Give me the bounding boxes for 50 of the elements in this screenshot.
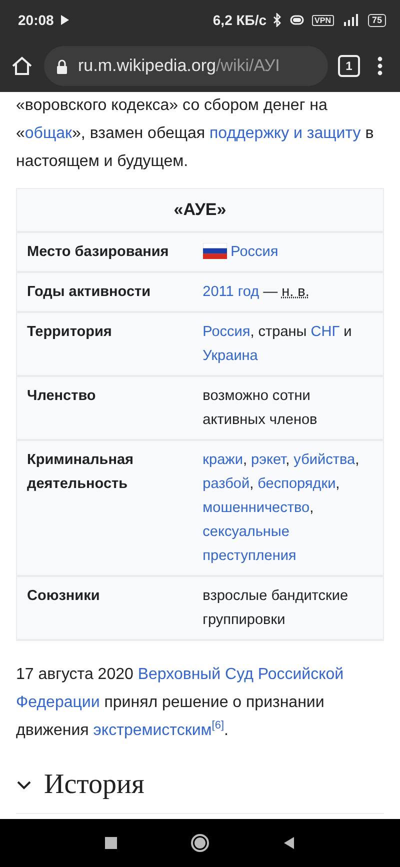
bluetooth-icon — [272, 13, 282, 27]
section-heading[interactable]: История — [44, 767, 144, 803]
clock: 20:08 — [18, 12, 54, 28]
back-icon[interactable] — [282, 836, 296, 850]
play-icon — [60, 14, 70, 26]
infobox-value: 2011 год — н. в. — [192, 272, 384, 312]
link[interactable]: общак — [24, 125, 72, 142]
link[interactable]: Россия — [230, 244, 278, 260]
link[interactable]: 2011 год — [202, 284, 260, 300]
infobox-label: Союзники — [16, 576, 193, 640]
link[interactable]: рэкет — [251, 452, 286, 468]
link[interactable]: поддержку и защиту — [210, 125, 361, 142]
infobox-value: взрослые бандитские группировки — [192, 576, 384, 640]
infobox-label: Членство — [16, 376, 193, 440]
link[interactable]: Верховный Суд Российской — [138, 666, 344, 683]
home-button-icon[interactable] — [190, 833, 210, 853]
infobox-label: Территория — [16, 312, 193, 376]
link[interactable]: мошенничество — [202, 500, 310, 516]
infobox-value: Россия, страны СНГ и Украина — [192, 312, 384, 376]
infobox-value: кражи, рэкет, убийства, разбой, беспорядки, мошенничество, сексуальные преступления — [192, 440, 384, 576]
network-speed: 6,2 КБ/с — [212, 12, 267, 28]
link[interactable]: сексуальные — [202, 524, 290, 540]
link[interactable]: Россия — [202, 324, 250, 340]
link[interactable]: беспорядки — [258, 476, 336, 492]
infobox-label: Криминальная деятельность — [16, 440, 193, 576]
paragraph: 17 августа 2020 Верховный Суд Российской Федерации принял решение о признании движения экстремистским$^{[6]}$. — [16, 665, 345, 741]
address-bar[interactable]: ru.m.wikipedia.org/wiki/АУI — [44, 46, 328, 86]
infobox-label: Место базирования — [16, 232, 193, 272]
paragraph: «воровского кодекса» со сбором денег на «общак», взамен обещая поддержку и защиту в настоящем и будущем. — [16, 96, 375, 172]
infobox-value: возможно сотни активных членов — [192, 376, 384, 440]
vpn-indicator: VPN — [312, 14, 334, 26]
home-icon[interactable] — [10, 54, 34, 78]
lock-icon — [56, 58, 68, 74]
link[interactable]: убийства — [294, 452, 356, 468]
link[interactable]: кражи — [202, 452, 243, 468]
recents-icon[interactable] — [104, 836, 118, 850]
tab-count-button[interactable]: 1 — [338, 55, 360, 77]
abbreviation: н. в. — [282, 284, 310, 300]
battery-indicator: 75 — [368, 14, 386, 26]
chevron-icon[interactable] — [16, 780, 32, 790]
link[interactable]: преступления — [202, 548, 296, 564]
link[interactable]: разбой — [202, 476, 250, 492]
link[interactable]: Украина — [202, 348, 258, 364]
infobox-title: «АУЕ» — [16, 188, 384, 232]
vibrate-icon — [288, 14, 306, 26]
infobox-label: Годы активности — [16, 272, 193, 312]
link[interactable]: СНГ — [310, 324, 340, 340]
link[interactable]: экстремистским — [93, 722, 212, 739]
link[interactable]: Федерации — [16, 694, 100, 711]
reference-link[interactable]: [6] — [212, 720, 224, 732]
